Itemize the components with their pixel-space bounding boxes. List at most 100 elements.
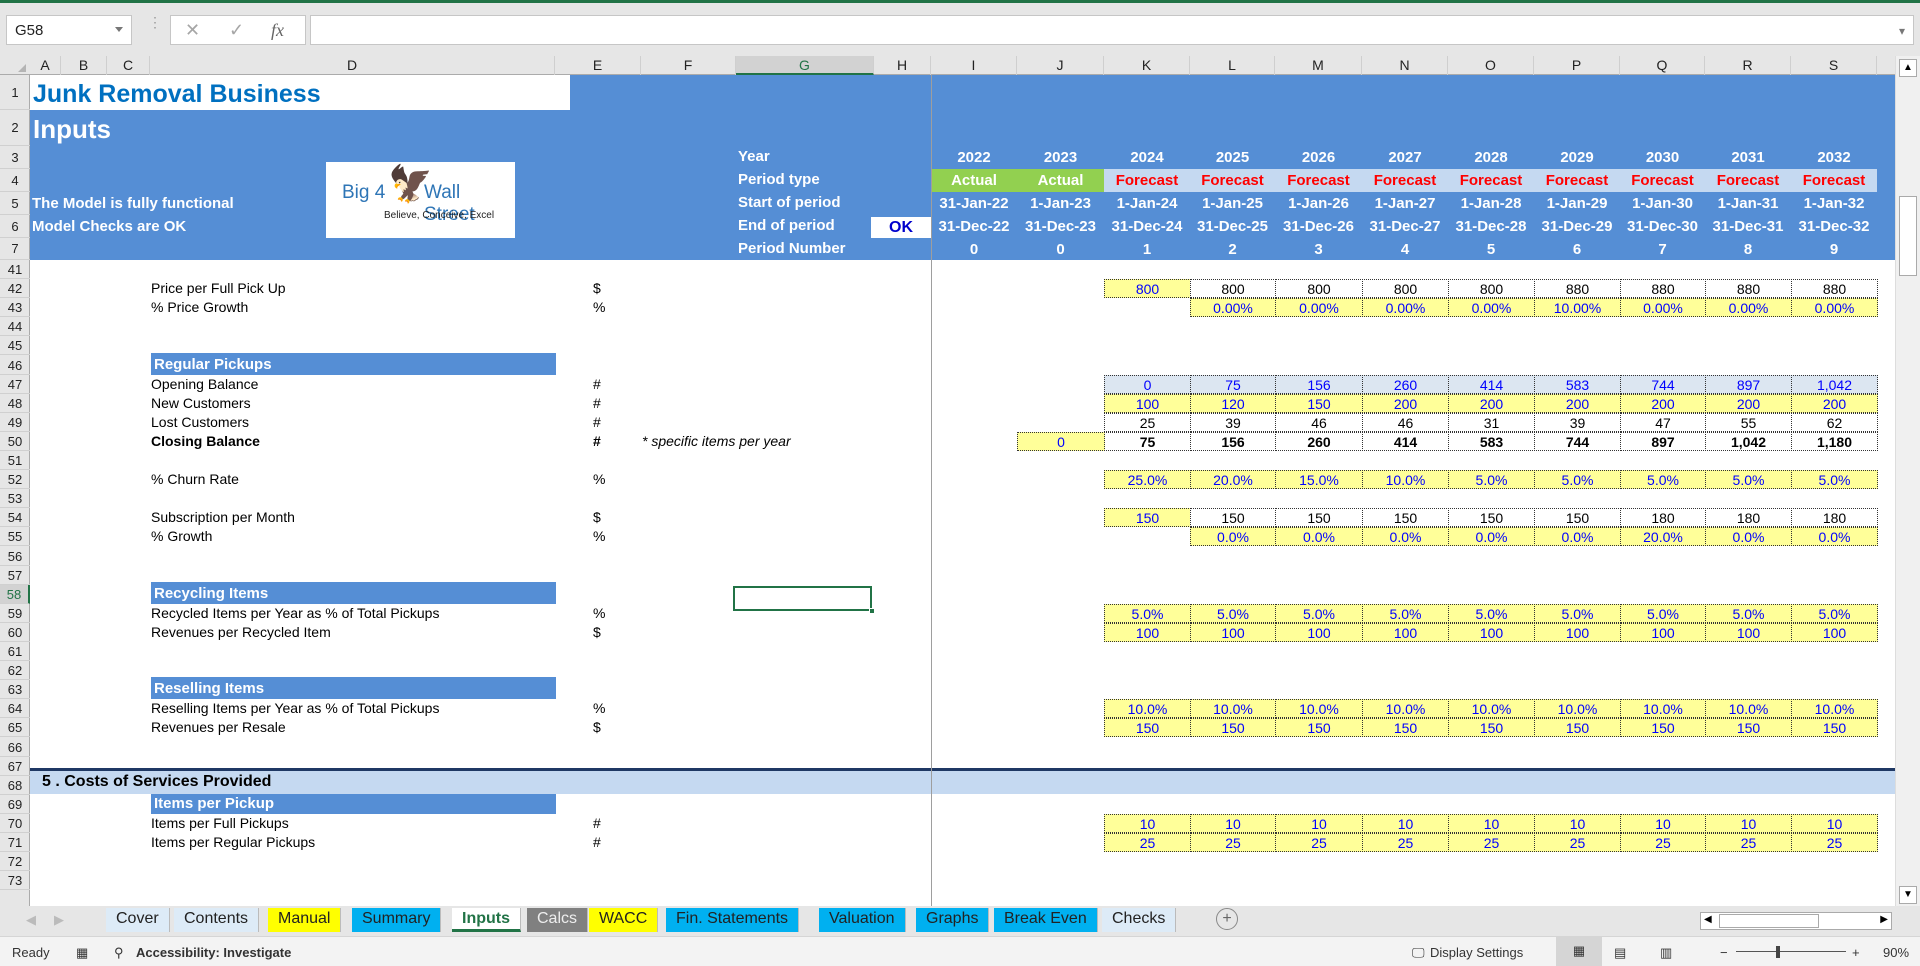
sheet-tab-wacc[interactable]: WACC (589, 908, 659, 932)
opening-cell-k[interactable]: 0 (1104, 374, 1191, 394)
row-header-7[interactable]: 7 (0, 238, 30, 260)
price-full-cell-s[interactable]: 880 (1791, 279, 1878, 299)
row-header-68[interactable]: 68 (0, 776, 30, 795)
horizontal-scrollbar[interactable]: ◀ ▶ (1700, 912, 1892, 930)
column-header-o[interactable]: O (1448, 56, 1534, 75)
closing-cell-p[interactable]: 744 (1534, 431, 1621, 451)
recycled-pct-cell-k[interactable]: 5.0% (1104, 603, 1191, 623)
row-header-54[interactable]: 54 (0, 508, 30, 528)
new-customers-cell-l[interactable]: 120 (1190, 393, 1276, 413)
resell-rev-cell-m[interactable]: 150 (1275, 718, 1363, 738)
closing-cell-o[interactable]: 583 (1448, 431, 1535, 451)
row-header-46[interactable]: 46 (0, 356, 30, 375)
items-regular-cell-q[interactable]: 25 (1620, 833, 1706, 852)
row-header-55[interactable]: 55 (0, 527, 30, 547)
resell-pct-cell-r[interactable]: 10.0% (1705, 699, 1792, 719)
recycled-rev-cell-s[interactable]: 100 (1791, 622, 1878, 642)
zoom-slider[interactable] (1736, 951, 1846, 952)
zoom-slider-thumb[interactable] (1776, 946, 1780, 958)
resell-rev-cell-s[interactable]: 150 (1791, 718, 1878, 738)
recycled-pct-cell-q[interactable]: 5.0% (1620, 603, 1706, 623)
zoom-out-button[interactable]: − (1720, 945, 1728, 960)
items-regular-cell-k[interactable]: 25 (1104, 833, 1191, 852)
closing-cell-s[interactable]: 1,180 (1791, 431, 1878, 451)
accessibility-icon[interactable]: ⚲ (114, 945, 124, 961)
macro-record-icon[interactable]: ▦ (76, 945, 88, 961)
sheet-tab-valuation[interactable]: Valuation (819, 908, 906, 932)
closing-cell-r[interactable]: 1,042 (1705, 431, 1792, 451)
lost-customers-cell-k[interactable]: 25 (1104, 412, 1191, 432)
price-growth-cell-m[interactable]: 0.00% (1275, 298, 1363, 318)
price-full-cell-p[interactable]: 880 (1534, 279, 1621, 299)
opening-cell-q[interactable]: 744 (1620, 374, 1706, 394)
items-full-cell-k[interactable]: 10 (1104, 813, 1191, 833)
column-header-k[interactable]: K (1104, 56, 1190, 75)
new-customers-cell-p[interactable]: 200 (1534, 393, 1621, 413)
recycled-pct-cell-s[interactable]: 5.0% (1791, 603, 1878, 623)
fill-handle[interactable] (869, 608, 875, 614)
row-header-60[interactable]: 60 (0, 623, 30, 642)
lost-customers-cell-p[interactable]: 39 (1534, 412, 1621, 432)
sheet-tab-manual[interactable]: Manual (268, 908, 342, 932)
name-box[interactable]: G58 (6, 15, 132, 45)
resell-rev-cell-p[interactable]: 150 (1534, 718, 1621, 738)
row-header-57[interactable]: 57 (0, 566, 30, 585)
price-growth-cell-p[interactable]: 10.00% (1534, 298, 1621, 318)
recycled-rev-cell-r[interactable]: 100 (1705, 622, 1792, 642)
items-full-cell-o[interactable]: 10 (1448, 813, 1535, 833)
lost-customers-cell-m[interactable]: 46 (1275, 412, 1363, 432)
scroll-down-icon[interactable]: ▼ (1899, 886, 1917, 904)
column-header-l[interactable]: L (1190, 56, 1275, 75)
zoom-in-button[interactable]: + (1852, 945, 1860, 960)
column-header-d[interactable]: D (150, 56, 555, 75)
price-growth-cell-s[interactable]: 0.00% (1791, 298, 1878, 318)
items-regular-cell-r[interactable]: 25 (1705, 833, 1792, 852)
subscription-cell-r[interactable]: 180 (1705, 508, 1792, 528)
opening-cell-l[interactable]: 75 (1190, 374, 1276, 394)
row-header-69[interactable]: 69 (0, 795, 30, 814)
churn-cell-p[interactable]: 5.0% (1534, 470, 1621, 490)
row-header-58[interactable]: 58 (0, 584, 30, 604)
page-break-view-icon[interactable]: ▥ (1660, 945, 1672, 961)
column-header-j[interactable]: J (1017, 56, 1104, 75)
column-header-p[interactable]: P (1534, 56, 1620, 75)
row-header-49[interactable]: 49 (0, 413, 30, 432)
column-header-g[interactable]: G (736, 56, 874, 75)
closing-cell-l[interactable]: 156 (1190, 431, 1276, 451)
row-header-47[interactable]: 47 (0, 375, 30, 394)
column-header-e[interactable]: E (555, 56, 641, 75)
new-customers-cell-m[interactable]: 150 (1275, 393, 1363, 413)
subscription-cell-m[interactable]: 150 (1275, 508, 1363, 528)
display-settings-icon[interactable]: 🖵 (1412, 945, 1425, 961)
drag-handle-icon[interactable]: ⋮ (148, 15, 162, 39)
price-growth-cell-n[interactable]: 0.00% (1362, 298, 1449, 318)
sheet-tab-contents[interactable]: Contents (174, 908, 260, 932)
opening-cell-n[interactable]: 260 (1362, 374, 1449, 394)
recycled-rev-cell-k[interactable]: 100 (1104, 622, 1191, 642)
scroll-right-icon[interactable]: ▶ (1880, 914, 1888, 925)
items-regular-cell-m[interactable]: 25 (1275, 833, 1363, 852)
price-full-cell-l[interactable]: 800 (1190, 279, 1276, 299)
churn-cell-n[interactable]: 10.0% (1362, 470, 1449, 490)
recycled-rev-cell-l[interactable]: 100 (1190, 622, 1276, 642)
resell-rev-cell-o[interactable]: 150 (1448, 718, 1535, 738)
price-full-cell-n[interactable]: 800 (1362, 279, 1449, 299)
items-regular-cell-p[interactable]: 25 (1534, 833, 1621, 852)
new-customers-cell-n[interactable]: 200 (1362, 393, 1449, 413)
sheet-tab-inputs[interactable]: Inputs (452, 908, 521, 932)
tab-scroll-left-icon[interactable]: ◀ (26, 912, 36, 928)
row-header-45[interactable]: 45 (0, 336, 30, 356)
price-full-cell-m[interactable]: 800 (1275, 279, 1363, 299)
resell-pct-cell-k[interactable]: 10.0% (1104, 699, 1191, 719)
recycled-pct-cell-o[interactable]: 5.0% (1448, 603, 1535, 623)
price-growth-cell-q[interactable]: 0.00% (1620, 298, 1706, 318)
page-layout-icon[interactable]: ▤ (1614, 945, 1626, 961)
new-customers-cell-q[interactable]: 200 (1620, 393, 1706, 413)
scroll-up-icon[interactable]: ▲ (1899, 59, 1917, 77)
items-full-cell-p[interactable]: 10 (1534, 813, 1621, 833)
cancel-icon[interactable]: ✕ (185, 20, 200, 41)
subscription-cell-o[interactable]: 150 (1448, 508, 1535, 528)
row-header-44[interactable]: 44 (0, 317, 30, 337)
scrollbar-thumb[interactable] (1899, 196, 1917, 276)
sub-growth-cell-r[interactable]: 0.0% (1705, 527, 1792, 547)
